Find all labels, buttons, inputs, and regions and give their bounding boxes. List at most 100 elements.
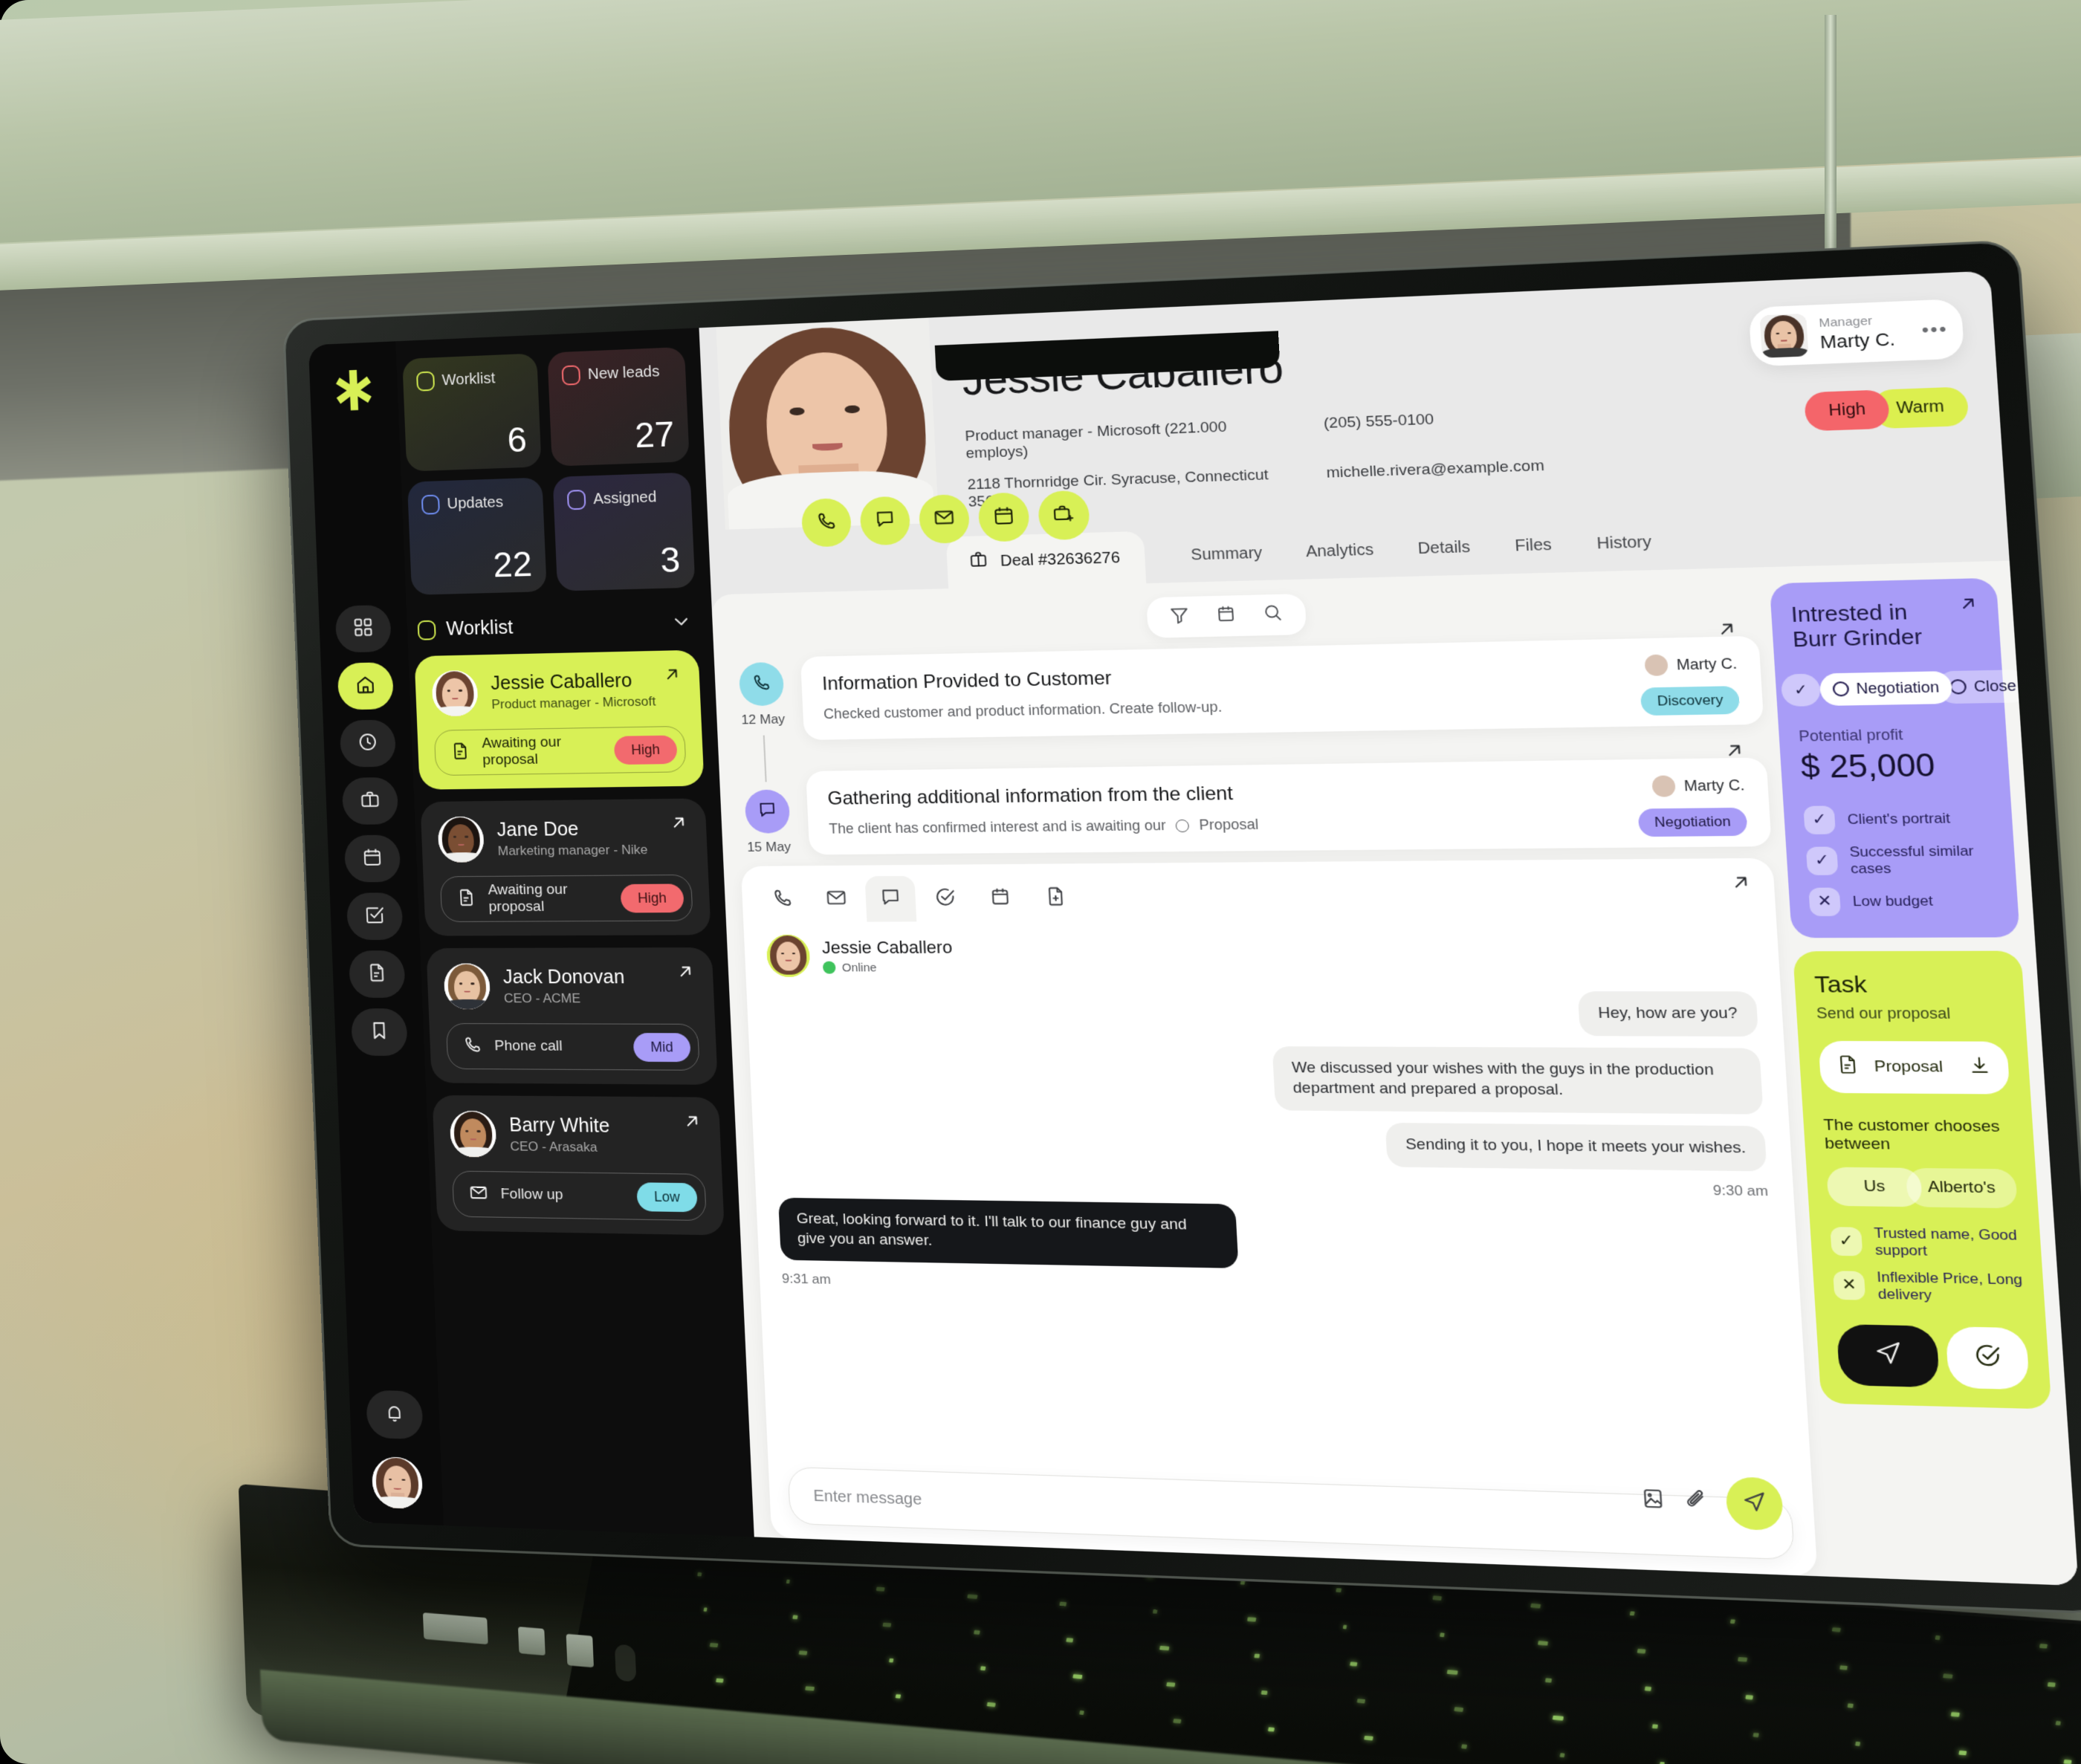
tab-summary[interactable]: Summary xyxy=(1172,537,1282,571)
phone-icon xyxy=(462,1034,483,1058)
calendar-icon xyxy=(988,885,1012,911)
contact-email[interactable]: michelle.rivera@example.com xyxy=(1326,458,1546,500)
timeline-subtitle-link[interactable]: Proposal xyxy=(1199,817,1259,834)
timeline-card[interactable]: Gathering additional information from th… xyxy=(806,757,1772,855)
stat-card-updates[interactable]: Updates 22 xyxy=(407,477,547,594)
tab-files[interactable]: Files xyxy=(1495,529,1572,562)
checklist-item[interactable]: ✕ Low budget xyxy=(1808,886,1998,916)
attachment-row[interactable]: Proposal xyxy=(1818,1041,2010,1095)
expand-arrow-icon[interactable] xyxy=(1722,739,1747,765)
stat-card-assigned[interactable]: Assigned 3 xyxy=(553,473,696,591)
checklist-item[interactable]: ✕ Inflexible Price, Long delivery xyxy=(1833,1268,2025,1306)
tab-details[interactable]: Details xyxy=(1398,531,1490,565)
status-badge-priority[interactable]: High xyxy=(1804,389,1890,431)
sidebar-item-documents[interactable] xyxy=(349,950,406,998)
download-icon[interactable] xyxy=(1967,1054,1993,1081)
call-button[interactable] xyxy=(800,498,852,548)
checklist-item[interactable]: ✓ Trusted name, Good support xyxy=(1830,1224,2022,1261)
timeline-connector xyxy=(763,736,766,782)
sidebar-item-dashboard[interactable] xyxy=(335,605,392,653)
worklist-card-task[interactable]: Awaiting our proposal High xyxy=(440,875,693,922)
keyboard-key xyxy=(1730,1619,1735,1624)
chat-tab-email[interactable] xyxy=(811,876,862,922)
sidebar-item-home[interactable] xyxy=(337,662,395,710)
keyboard-key xyxy=(703,1607,708,1612)
chat-tab-task[interactable] xyxy=(919,875,971,921)
chat-timestamp: 9:31 am xyxy=(782,1271,832,1288)
timeline-card[interactable]: Information Provided to Customer Checked… xyxy=(800,636,1764,740)
radio-icon xyxy=(1832,681,1849,697)
worklist-card[interactable]: Jessie Caballero Product manager - Micros… xyxy=(414,650,704,790)
chat-tab-file[interactable] xyxy=(1029,875,1082,921)
expand-arrow-icon[interactable] xyxy=(668,812,690,837)
paperclip-icon[interactable] xyxy=(1683,1488,1709,1517)
expand-arrow-icon[interactable] xyxy=(682,1111,703,1135)
keyboard-key xyxy=(1173,1719,1181,1723)
notifications-button[interactable] xyxy=(366,1390,424,1440)
contact-phone[interactable]: (205) 555-0100 xyxy=(1323,411,1435,450)
asterisk-logo[interactable] xyxy=(329,368,379,419)
add-deal-button[interactable] xyxy=(1038,490,1090,541)
image-icon[interactable] xyxy=(1640,1486,1666,1514)
sidebar-item-tasks[interactable] xyxy=(346,892,404,940)
keyboard-key xyxy=(710,1643,719,1647)
email-button[interactable] xyxy=(918,494,970,544)
status-badge-priority: Mid xyxy=(633,1033,691,1062)
expand-arrow-icon[interactable] xyxy=(1729,872,1753,898)
worklist-card-task[interactable]: Follow up Low xyxy=(452,1170,707,1221)
toolbar-row xyxy=(729,583,1758,648)
expand-arrow-icon[interactable] xyxy=(661,664,683,689)
keyboard-key xyxy=(1066,1638,1073,1642)
task-complete-button[interactable] xyxy=(1946,1326,2030,1390)
stat-card-worklist[interactable]: Worklist 6 xyxy=(402,353,541,471)
sidebar-item-bookmarks[interactable] xyxy=(351,1008,408,1056)
send-button[interactable] xyxy=(1725,1476,1784,1531)
worklist-card-task[interactable]: Awaiting our proposal High xyxy=(434,726,687,776)
manager-card[interactable]: Manager Marty C. ••• xyxy=(1748,299,1964,366)
worklist-card-task[interactable]: Phone call Mid xyxy=(446,1023,700,1071)
stage-done[interactable]: ✓ xyxy=(1781,673,1822,706)
worklist-card[interactable]: Jane Doe Marketing manager - Nike Awaiting… xyxy=(420,798,711,935)
chat-tab-calendar[interactable] xyxy=(974,875,1027,921)
worklist-card[interactable]: Barry White CEO - Arasaka Follow up Low xyxy=(432,1095,725,1236)
stat-label: New leads xyxy=(587,363,659,383)
worklist-card-role: CEO - Arasaka xyxy=(510,1139,611,1155)
task-send-button[interactable] xyxy=(1836,1324,1941,1387)
task-label: Phone call xyxy=(494,1038,563,1055)
keyboard-key xyxy=(1630,1611,1635,1615)
expand-arrow-icon[interactable] xyxy=(1957,593,1981,617)
chat-tab-message[interactable] xyxy=(865,876,917,922)
more-options-icon[interactable]: ••• xyxy=(1921,318,1949,340)
sidebar-item-calendar[interactable] xyxy=(344,834,401,882)
stage-current[interactable]: Negotiation xyxy=(1819,671,1953,706)
tab-analytics[interactable]: Analytics xyxy=(1287,534,1393,568)
worklist-title: Worklist xyxy=(446,617,514,641)
calendar-icon[interactable] xyxy=(1214,603,1237,629)
chat-tab-call[interactable] xyxy=(757,877,809,922)
worklist-header[interactable]: Worklist xyxy=(417,611,697,643)
schedule-button[interactable] xyxy=(977,492,1030,542)
sidebar-item-history[interactable] xyxy=(340,719,397,767)
keyboard-key xyxy=(1637,1649,1646,1653)
checklist-item[interactable]: ✓ Client's portrait xyxy=(1803,804,1993,834)
worklist-card[interactable]: Jack Donovan CEO - ACME Phone call Mid xyxy=(426,947,717,1085)
status-badge-stage: Negotiation xyxy=(1638,808,1748,837)
expand-arrow-icon[interactable] xyxy=(675,962,696,985)
check-icon: ✓ xyxy=(1806,846,1839,875)
tab-history[interactable]: History xyxy=(1577,526,1672,560)
expand-arrow-icon[interactable] xyxy=(1715,618,1739,644)
checklist-item[interactable]: ✓ Successful similar cases xyxy=(1806,843,1996,878)
chat-timestamp: 9:30 am xyxy=(1712,1182,1769,1200)
search-icon[interactable] xyxy=(1261,602,1284,627)
check-square-icon xyxy=(363,904,385,929)
sidebar-item-deals[interactable] xyxy=(342,777,399,825)
filter-icon[interactable] xyxy=(1168,605,1191,630)
message-button[interactable] xyxy=(859,496,911,545)
worklist-card-role: Product manager - Microsoft xyxy=(491,694,656,713)
worklist-card-name: Jane Doe xyxy=(496,817,647,841)
timeline-dot-phone xyxy=(739,662,785,707)
avatar[interactable] xyxy=(372,1456,424,1509)
option-competitor[interactable]: Alberto's xyxy=(1906,1168,2018,1208)
chevron-down-icon[interactable] xyxy=(670,611,693,637)
stat-card-new-leads[interactable]: New leads 27 xyxy=(547,347,689,467)
